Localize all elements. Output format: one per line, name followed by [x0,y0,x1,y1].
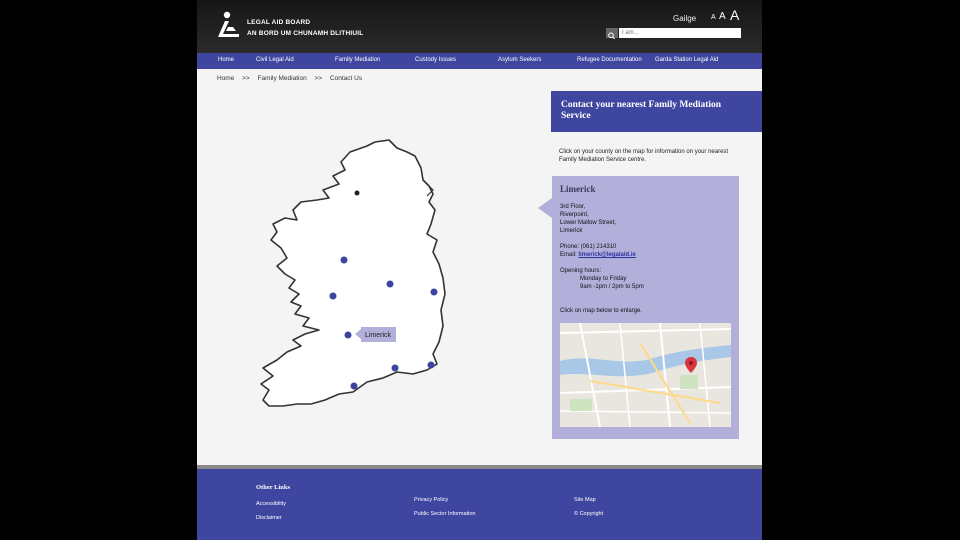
breadcrumb-home[interactable]: Home [217,75,234,82]
email-row: Email: limerick@legalaid.ie [560,251,636,259]
nav-refugee-documentation[interactable]: Refugee Documentation [577,57,642,63]
location-minimap[interactable] [560,323,731,427]
address-line: Lower Mallow Street, [560,220,617,226]
font-size-large-button[interactable]: A [730,7,739,23]
panel-intro: Click on your county on the map for info… [559,149,729,163]
org-name-irish[interactable]: AN BORD UM CHUNAMH DLITHIUIL [247,30,363,37]
map-county-label-text: Limerick [365,332,392,339]
hours-times: 9am -1pm / 2pm to 5pm [580,284,644,290]
nav-home[interactable]: Home [218,57,234,63]
footer-link-public-sector-information[interactable]: Public Sector Information [414,511,475,517]
breadcrumb-contact-us: Contact Us [329,75,363,82]
panel-header: Contact your nearest Family Mediation Se… [551,91,762,132]
address-line: Riverpoint, [560,212,589,218]
footer-link-accessibility[interactable]: Accessibility [256,501,286,507]
nav-civil-legal-aid[interactable]: Civil Legal Aid [256,57,294,63]
legal-aid-logo-icon[interactable] [215,10,241,40]
footer-divider [197,465,762,469]
address-line: 3rd Floor, [560,204,586,210]
hours-label: Opening hours: [560,268,602,274]
breadcrumb-family-mediation[interactable]: Family Mediation [258,75,307,82]
map-marker[interactable] [350,382,358,390]
page: LEGAL AID BOARD AN BORD UM CHUNAMH DLITH… [197,0,762,540]
map-marker[interactable] [354,190,360,196]
nav-custody-issues[interactable]: Custody Issues [415,57,456,63]
map-marker[interactable] [386,280,394,288]
card-pointer [538,198,552,218]
service-info-card: Limerick 3rd Floor, Riverpoint, Lower Ma… [538,176,739,439]
site-footer: Other Links Accessibility Disclaimer Pri… [197,465,762,540]
map-marker[interactable] [430,288,438,296]
footer-heading: Other Links [256,484,291,491]
address-line: Limerick [560,228,583,234]
search-box [606,28,741,40]
site-header: LEGAL AID BOARD AN BORD UM CHUNAMH DLITH… [197,0,762,53]
map-marker[interactable] [329,292,337,300]
nav-asylum-seekers[interactable]: Asylum Seekers [498,57,541,63]
map-county-label[interactable]: Limerick [355,327,396,342]
phone-number: Phone: (061) 214310 [560,244,617,250]
map-marker[interactable] [340,256,348,264]
breadcrumb: Home >> Family Mediation >> Contact Us [217,75,368,82]
footer-link-disclaimer[interactable]: Disclaimer [256,515,282,521]
org-name-english[interactable]: LEGAL AID BOARD [247,19,310,26]
breadcrumb-separator: >> [242,75,250,82]
enlarge-note: Click on map below to enlarge. [560,308,643,314]
footer-link-privacy-policy[interactable]: Privacy Policy [414,497,448,503]
ireland-outline [260,139,446,407]
panel-title: Contact your nearest Family Mediation Se… [561,100,722,121]
nav-garda-station-legal-aid[interactable]: Garda Station Legal Aid [655,57,718,63]
search-input[interactable] [619,28,741,38]
email-link[interactable]: limerick@legalaid.ie [578,252,636,258]
map-marker-limerick[interactable] [344,331,352,339]
ireland-map: Limerick [247,138,487,418]
email-label: Email: [560,252,579,258]
map-marker[interactable] [427,361,435,369]
map-marker[interactable] [391,364,399,372]
nav-family-mediation[interactable]: Family Mediation [335,57,380,63]
hours-days: Monday to Friday [580,276,627,282]
font-size-medium-button[interactable]: A [719,11,726,22]
county-name: Limerick [560,184,596,194]
main-nav: Home Civil Legal Aid Family Mediation Cu… [197,53,762,69]
footer-link-site-map[interactable]: Site Map [574,497,596,503]
language-link[interactable]: Gailge [673,14,696,23]
breadcrumb-separator: >> [314,75,323,82]
footer-link-copyright[interactable]: © Copyright [574,511,603,517]
search-icon[interactable] [606,28,618,40]
font-size-small-button[interactable]: A [711,14,716,21]
